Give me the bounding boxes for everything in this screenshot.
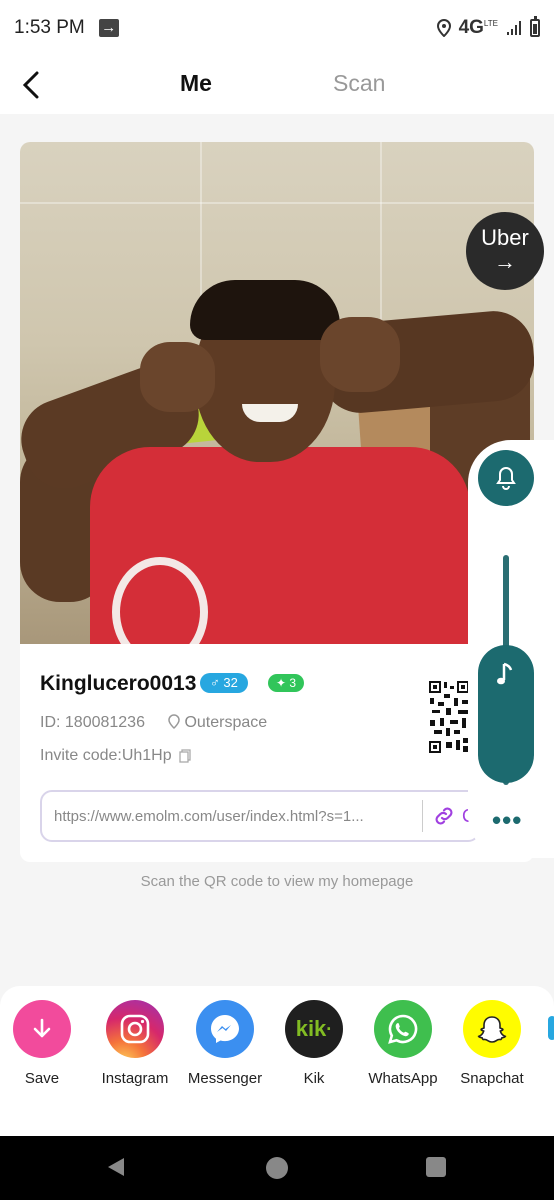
- gender-age-badge: ♂ 32: [200, 673, 248, 693]
- arrow-right-icon: →: [494, 249, 516, 274]
- signal-icon: [507, 21, 521, 35]
- header: Me Scan: [0, 56, 554, 114]
- kik-icon: kik ·: [285, 1000, 343, 1058]
- copy-icon[interactable]: [179, 749, 191, 763]
- location-label: Outerspace: [184, 714, 268, 731]
- level-badge: ✦ 3: [268, 674, 305, 692]
- instagram-icon: [106, 1000, 164, 1058]
- messenger-icon: [196, 1000, 254, 1058]
- nav-home-icon[interactable]: [266, 1157, 288, 1179]
- share-label: Save: [24, 1070, 60, 1087]
- bell-button[interactable]: [478, 450, 534, 506]
- share-save[interactable]: Save: [0, 1000, 87, 1087]
- network-sub: LTE: [483, 18, 498, 28]
- share-bar: Save Instagram Messenger kik · Kik WhatsA…: [0, 986, 554, 1136]
- share-messenger[interactable]: Messenger: [180, 1000, 270, 1087]
- link-icon[interactable]: [432, 804, 456, 828]
- tab-me[interactable]: Me: [180, 70, 212, 97]
- battery-icon: [530, 16, 540, 37]
- download-icon: [13, 1000, 71, 1058]
- side-control-panel: •••: [468, 440, 554, 858]
- share-label: Kik: [303, 1070, 325, 1087]
- whatsapp-icon: [374, 1000, 432, 1058]
- more-share-peek[interactable]: [548, 1016, 554, 1040]
- system-nav-bar: [0, 1136, 554, 1200]
- username: Kinglucero0013: [40, 672, 197, 695]
- bell-icon: [496, 466, 516, 490]
- qr-hint-text: Scan the QR code to view my homepage: [140, 873, 414, 890]
- tab-scan[interactable]: Scan: [333, 70, 385, 97]
- share-instagram[interactable]: Instagram: [90, 1000, 180, 1087]
- network-type: 4G: [458, 17, 484, 38]
- share-label: WhatsApp: [368, 1070, 438, 1087]
- uber-label: Uber: [481, 225, 529, 250]
- location-pin-icon: [168, 714, 180, 730]
- chevron-left-icon: [22, 71, 39, 99]
- profile-photo: [20, 142, 534, 644]
- qr-code[interactable]: [428, 680, 470, 754]
- music-note-icon: [497, 662, 513, 685]
- invite-code: Invite code:Uh1Hp: [40, 747, 172, 764]
- divider: [422, 800, 423, 832]
- profile-url-field[interactable]: https://www.emolm.com/user/index.html?s=…: [40, 790, 480, 842]
- share-label: Messenger: [187, 1070, 263, 1087]
- status-time: 1:53 PM: [14, 17, 85, 38]
- profile-url: https://www.emolm.com/user/index.html?s=…: [54, 808, 364, 825]
- more-options-icon[interactable]: •••: [492, 807, 522, 833]
- uber-button[interactable]: Uber →: [466, 212, 544, 290]
- location: Outerspace: [168, 714, 267, 732]
- nav-back-icon[interactable]: [106, 1156, 126, 1178]
- location-icon: [436, 19, 451, 37]
- back-button[interactable]: [14, 68, 48, 102]
- share-snapchat[interactable]: Snapchat: [447, 1000, 537, 1087]
- share-label: Instagram: [101, 1070, 169, 1087]
- share-whatsapp[interactable]: WhatsApp: [358, 1000, 448, 1087]
- share-kik[interactable]: kik · Kik: [269, 1000, 359, 1087]
- status-indicators: 4G LTE: [436, 16, 540, 39]
- cast-icon: →: [98, 19, 119, 37]
- nav-recents-icon[interactable]: [426, 1157, 446, 1177]
- user-id: ID: 180081236: [40, 714, 145, 731]
- snapchat-icon: [463, 1000, 521, 1058]
- share-label: Snapchat: [460, 1070, 524, 1087]
- status-bar: 1:53 PM → 4G LTE: [0, 0, 554, 56]
